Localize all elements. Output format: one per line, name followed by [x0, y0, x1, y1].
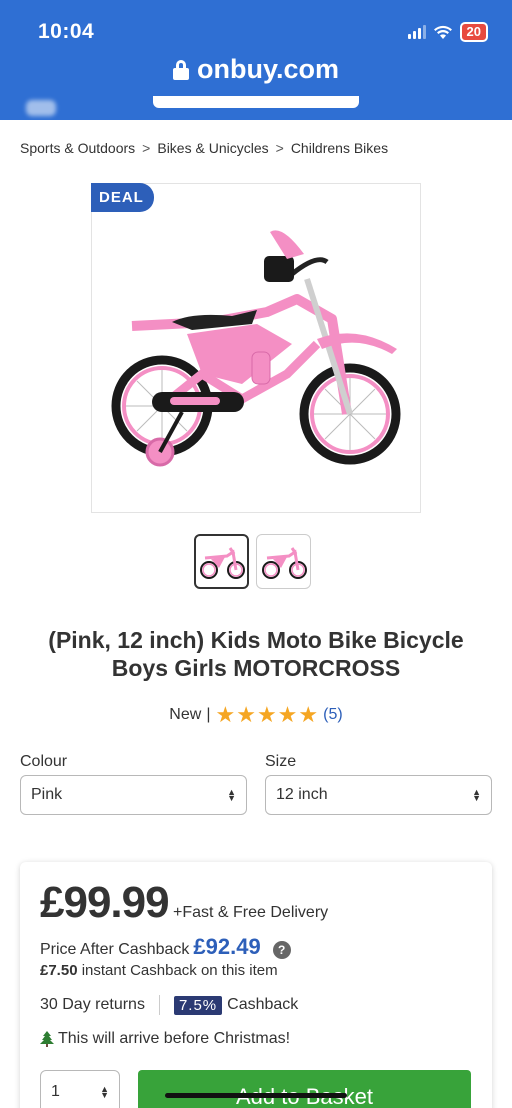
after-cashback-value: £92.49	[193, 934, 261, 959]
rating-row: New | ★ ★ ★ ★ ★ (5)	[0, 702, 512, 727]
star-rating[interactable]: ★ ★ ★ ★ ★	[215, 702, 319, 727]
search-bar[interactable]	[153, 96, 359, 108]
christmas-tree-icon	[40, 1031, 54, 1047]
review-count-link[interactable]: (5)	[323, 706, 343, 724]
select-chevron-icon: ▲ ▼	[100, 1084, 109, 1100]
divider	[158, 995, 160, 1015]
product-title: (Pink, 12 inch) Kids Moto Bike Bicycle B…	[48, 627, 464, 681]
instant-cashback: £7.50 instant Cashback on this item	[40, 962, 278, 979]
breadcrumb-bikes-unicycles[interactable]: Bikes & Unicycles	[157, 140, 268, 156]
delivery-info: +Fast & Free Delivery	[173, 904, 329, 921]
colour-select-value: Pink	[31, 786, 63, 803]
price-card: £99.99 +Fast & Free Delivery Price After…	[20, 862, 492, 1108]
size-label: Size	[265, 753, 297, 770]
rating-divider: |	[206, 706, 211, 723]
cellular-signal-icon	[407, 25, 426, 39]
cashback-percent-badge: 7.5%	[173, 995, 223, 1015]
select-chevron-icon: ▲ ▼	[472, 787, 481, 803]
image-thumbnails	[194, 534, 311, 589]
add-to-basket-button[interactable]: Add to Basket	[138, 1070, 471, 1108]
battery-icon: 20	[459, 22, 488, 42]
star-icon: ★	[256, 702, 277, 727]
status-icons: 20	[407, 22, 488, 42]
lock-icon	[172, 59, 189, 80]
star-icon: ★	[298, 702, 319, 727]
thumbnail-2[interactable]	[256, 534, 311, 589]
select-chevron-icon: ▲ ▼	[227, 787, 236, 803]
bike-thumbnail-image	[199, 546, 245, 579]
browser-header: 10:04 20 onbuy.com	[0, 0, 512, 120]
help-icon[interactable]: ?	[272, 941, 291, 959]
price-after-cashback: Price After Cashback £92.49 ?	[40, 934, 291, 960]
breadcrumb-separator: >	[142, 140, 151, 156]
returns-info: 30 Day returns	[40, 996, 145, 1013]
quantity-select[interactable]: 1 ▲ ▼	[40, 1070, 120, 1108]
price: £99.99	[40, 878, 170, 927]
breadcrumb-separator: >	[275, 140, 284, 156]
christmas-delivery-notice: This will arrive before Christmas!	[40, 1030, 290, 1048]
instant-cashback-text: instant Cashback on this item	[81, 962, 278, 979]
colour-label: Colour	[20, 753, 68, 770]
thumbnail-1[interactable]	[194, 534, 249, 589]
breadcrumb-childrens-bikes[interactable]: Childrens Bikes	[291, 140, 388, 156]
quantity-value: 1	[51, 1083, 60, 1100]
home-indicator[interactable]	[165, 1093, 347, 1098]
url-text: onbuy.com	[196, 54, 339, 84]
instant-cashback-amount: £7.50	[40, 962, 78, 979]
star-icon: ★	[236, 702, 256, 727]
condition-label: New	[169, 706, 202, 723]
cashback-label: Cashback	[227, 996, 299, 1013]
star-icon: ★	[215, 702, 236, 727]
returns-cashback-row: 30 Day returns 7.5% Cashback	[40, 995, 298, 1015]
breadcrumb-sports-outdoors[interactable]: Sports & Outdoors	[20, 140, 135, 156]
breadcrumb: Sports & Outdoors > Bikes & Unicycles > …	[20, 140, 388, 156]
site-logo[interactable]	[26, 100, 56, 116]
colour-select[interactable]: Pink ▲ ▼	[20, 775, 247, 815]
size-select-value: 12 inch	[276, 786, 328, 803]
after-cashback-label: Price After Cashback	[40, 941, 190, 958]
wifi-icon	[433, 25, 452, 39]
bike-thumbnail-image	[261, 546, 307, 579]
product-image[interactable]: DEAL	[91, 183, 421, 513]
url-bar[interactable]: onbuy.com	[0, 54, 512, 85]
status-time: 10:04	[38, 20, 95, 43]
christmas-text: This will arrive before Christmas!	[58, 1030, 291, 1047]
star-icon: ★	[277, 702, 298, 727]
deal-badge: DEAL	[91, 183, 154, 212]
size-select[interactable]: 12 inch ▲ ▼	[265, 775, 492, 815]
pink-moto-bike-image	[111, 230, 401, 467]
